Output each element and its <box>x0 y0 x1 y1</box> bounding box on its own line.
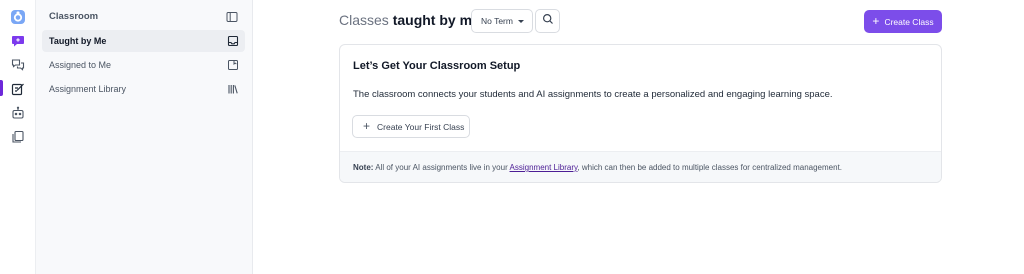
setup-card: Let’s Get Your Classroom Setup The class… <box>339 44 942 183</box>
sidebar-item-assignment-library[interactable]: Assignment Library <box>42 78 245 100</box>
note-text-before: All of your AI assignments live in your <box>375 163 508 172</box>
sidebar-item-label: Taught by Me <box>49 36 107 46</box>
conversations-icon[interactable] <box>9 56 27 74</box>
books-icon <box>227 83 239 95</box>
card-title: Let’s Get Your Classroom Setup <box>353 60 521 72</box>
active-indicator <box>0 80 3 96</box>
sidebar-title: Classroom <box>49 11 99 22</box>
sidebar: Classroom Taught by Me Assigned to Me As… <box>36 0 253 274</box>
main-content: Classes taught by me in No Term + Create… <box>253 0 1024 274</box>
plus-icon: + <box>363 119 371 133</box>
app-logo-icon[interactable] <box>9 8 27 26</box>
chevron-down-icon <box>518 20 524 23</box>
plus-icon: + <box>872 14 880 28</box>
sidebar-collapse-icon[interactable] <box>226 10 238 22</box>
sidebar-item-assigned-to-me[interactable]: Assigned to Me <box>42 54 245 76</box>
search-button[interactable] <box>535 9 560 33</box>
create-first-class-label: Create Your First Class <box>377 121 465 132</box>
inbox-tray-icon <box>227 35 239 47</box>
term-select-value: No Term <box>481 16 513 26</box>
note-text-after: , which can then be added to multiple cl… <box>577 163 843 172</box>
create-first-class-button[interactable]: + Create Your First Class <box>352 115 470 138</box>
title-prefix: Classes <box>339 12 389 28</box>
term-select[interactable]: No Term <box>471 9 533 33</box>
card-description: The classroom connects your students and… <box>353 89 833 100</box>
assignment-library-link[interactable]: Assignment Library <box>510 163 578 172</box>
icon-rail <box>0 0 36 274</box>
card-note: Note: All of your AI assignments live in… <box>340 151 941 182</box>
sidebar-item-taught-by-me[interactable]: Taught by Me <box>42 30 245 52</box>
create-class-button[interactable]: + Create Class <box>864 10 942 33</box>
sidebar-item-label: Assigned to Me <box>49 60 112 70</box>
assignment-icon <box>227 59 239 71</box>
sidebar-item-label: Assignment Library <box>49 84 127 94</box>
bot-icon[interactable] <box>9 104 27 122</box>
create-class-label: Create Class <box>884 16 934 27</box>
note-label: Note: <box>353 163 374 172</box>
classroom-icon[interactable] <box>9 80 27 98</box>
search-icon <box>542 12 554 30</box>
title-bold: taught by me <box>392 12 480 28</box>
library-copy-icon[interactable] <box>9 128 27 146</box>
ai-chat-icon[interactable] <box>9 32 27 50</box>
